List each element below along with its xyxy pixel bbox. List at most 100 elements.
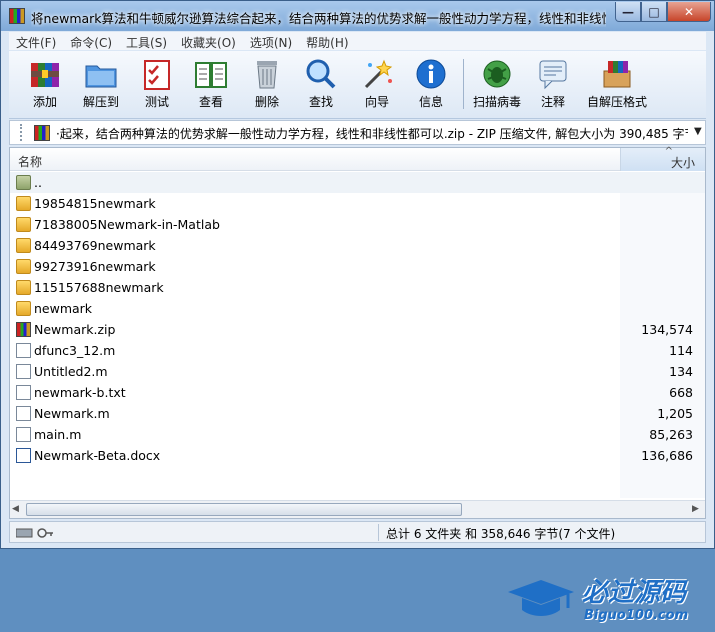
file-name: Untitled2.m	[34, 364, 108, 379]
menu-file[interactable]: 文件(F)	[9, 32, 63, 50]
title-bar[interactable]: 将newmark算法和牛顿威尔逊算法综合起来，结合两种算法的优势求解一般性动力学…	[1, 1, 714, 31]
menu-favorites[interactable]: 收藏夹(O)	[174, 32, 243, 50]
file-size: 134,574	[641, 322, 693, 337]
file-row[interactable]: Newmark.m 1,205	[10, 403, 705, 424]
column-name-header[interactable]: 名称	[18, 153, 42, 170]
delete-icon	[257, 61, 277, 89]
menu-bar: 文件(F) 命令(C) 工具(S) 收藏夹(O) 选项(N) 帮助(H)	[9, 32, 706, 50]
virus-scan-button[interactable]: 扫描病毒	[471, 55, 523, 115]
scroll-left-icon[interactable]: ◀	[12, 504, 19, 514]
virus-scan-icon	[483, 60, 511, 88]
wizard-button[interactable]: 向导	[351, 55, 403, 115]
status-divider	[378, 524, 379, 541]
file-row[interactable]: 19854815newmark	[10, 193, 705, 214]
toolbar-separator	[463, 59, 464, 109]
delete-button[interactable]: 删除	[241, 55, 293, 115]
scroll-right-icon[interactable]: ▶	[692, 504, 699, 514]
extract-to-icon	[85, 65, 117, 88]
address-path: ·起来，结合两种算法的优势求解一般性动力学方程，线性和非线性都可以.zip - …	[56, 127, 688, 141]
file-name: dfunc3_12.m	[34, 343, 116, 358]
word-document-icon	[16, 448, 31, 463]
virus-scan-label: 扫描病毒	[472, 95, 521, 109]
address-grip	[20, 124, 24, 141]
file-name: Newmark.zip	[34, 322, 116, 337]
zip-archive-icon	[16, 322, 31, 337]
file-name: main.m	[34, 427, 82, 442]
graduation-cap-logo-icon	[508, 580, 574, 616]
file-row[interactable]: 99273916newmark	[10, 256, 705, 277]
status-bar: 总计 6 文件夹 和 358,646 字节(7 个文件)	[9, 521, 706, 543]
file-name: newmark-b.txt	[34, 385, 126, 400]
file-size: 1,205	[657, 406, 693, 421]
file-row[interactable]: 71838005Newmark-in-Matlab	[10, 214, 705, 235]
file-icon	[16, 406, 31, 421]
file-icon	[16, 364, 31, 379]
view-label: 查看	[198, 95, 223, 109]
close-button[interactable]: ✕	[667, 2, 711, 22]
test-button[interactable]: 测试	[131, 55, 183, 115]
view-icon	[195, 62, 227, 88]
test-icon	[144, 60, 170, 90]
column-size-label: 大小	[670, 156, 695, 170]
folder-icon	[16, 301, 31, 316]
minimize-button[interactable]: —	[615, 2, 641, 22]
find-label: 查找	[308, 95, 333, 109]
drive-key-icon	[16, 528, 53, 538]
file-name: Newmark.m	[34, 406, 110, 421]
comment-label: 注释	[540, 95, 565, 109]
file-row[interactable]: 115157688newmark	[10, 277, 705, 298]
file-list[interactable]: 名称 ^ 大小 .. 19854815newmark 71838005Newmark…	[9, 146, 706, 623]
sfx-label: 自解压格式	[586, 95, 647, 109]
file-row[interactable]: dfunc3_12.m 114	[10, 340, 705, 361]
dropdown-arrow-icon[interactable]: ▼	[694, 126, 702, 137]
column-size-header[interactable]: ^ 大小	[620, 146, 705, 171]
file-icon	[16, 427, 31, 442]
file-name: newmark	[34, 301, 93, 316]
wizard-icon	[364, 59, 393, 89]
info-icon	[416, 59, 446, 89]
menu-tools[interactable]: 工具(S)	[119, 32, 174, 50]
column-header: 名称 ^ 大小	[10, 146, 705, 171]
watermark: 必过源码 Biguo100.com	[502, 572, 712, 632]
file-size: 114	[669, 343, 693, 358]
horizontal-scrollbar[interactable]: ◀ ▶	[10, 500, 705, 518]
file-icon	[16, 385, 31, 400]
find-button[interactable]: 查找	[295, 55, 347, 115]
maximize-button[interactable]: □	[641, 2, 667, 22]
file-row[interactable]: newmark	[10, 298, 705, 319]
comment-icon	[539, 60, 567, 90]
file-row[interactable]: ..	[10, 172, 705, 193]
file-name: 84493769newmark	[34, 238, 156, 253]
extract-to-label: 解压到	[82, 95, 119, 109]
file-name: 71838005Newmark-in-Matlab	[34, 217, 220, 232]
winrar-app-icon	[9, 8, 25, 24]
add-button[interactable]: 添加	[19, 55, 71, 115]
address-bar[interactable]: ·起来，结合两种算法的优势求解一般性动力学方程，线性和非线性都可以.zip - …	[9, 120, 706, 145]
view-button[interactable]: 查看	[185, 55, 237, 115]
file-size: 136,686	[641, 448, 693, 463]
file-row[interactable]: newmark-b.txt 668	[10, 382, 705, 403]
sfx-icon	[603, 61, 631, 88]
file-name: 99273916newmark	[34, 259, 156, 274]
archive-icon	[34, 125, 50, 141]
menu-commands[interactable]: 命令(C)	[63, 32, 119, 50]
file-row[interactable]: Newmark.zip 134,574	[10, 319, 705, 340]
comment-button[interactable]: 注释	[527, 55, 579, 115]
file-row[interactable]: 84493769newmark	[10, 235, 705, 256]
sfx-button[interactable]: 自解压格式	[587, 55, 647, 115]
file-row[interactable]: main.m 85,263	[10, 424, 705, 445]
menu-options[interactable]: 选项(N)	[243, 32, 299, 50]
extract-to-button[interactable]: 解压到	[75, 55, 127, 115]
menu-help[interactable]: 帮助(H)	[299, 32, 355, 50]
toolbar: 添加 解压到 测试 查看 删除 查找 向导 信息 扫描病毒 注释 自解压格式	[9, 51, 706, 119]
scrollbar-thumb[interactable]	[26, 503, 462, 516]
file-row[interactable]: Newmark-Beta.docx 136,686	[10, 445, 705, 466]
file-name: 115157688newmark	[34, 280, 164, 295]
find-icon	[306, 59, 336, 89]
file-name: 19854815newmark	[34, 196, 156, 211]
file-row[interactable]: Untitled2.m 134	[10, 361, 705, 382]
info-button[interactable]: 信息	[405, 55, 457, 115]
info-label: 信息	[418, 95, 443, 109]
folder-icon	[16, 238, 31, 253]
folder-icon	[16, 280, 31, 295]
